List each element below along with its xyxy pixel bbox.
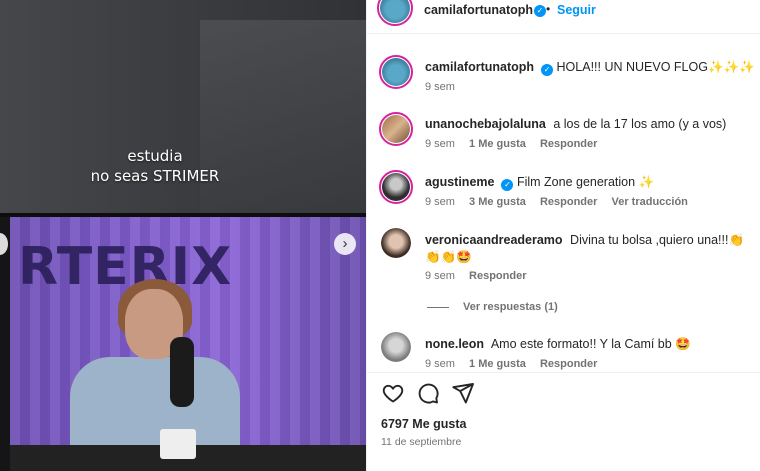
caption-text: HOLA!!! UN NUEVO FLOG✨✨✨ [556, 60, 755, 74]
comment-username[interactable]: unanochebajolaluna [425, 117, 546, 131]
caption-avatar[interactable] [379, 55, 413, 89]
follow-button[interactable]: Seguir [557, 3, 596, 17]
comment-meta: 9 sem 1 Me gusta Responder [425, 358, 608, 370]
heart-icon[interactable] [381, 381, 405, 405]
share-icon[interactable] [451, 381, 475, 405]
post-header: camilafortunatoph ✓ • Seguir [367, 0, 760, 34]
reply-button[interactable]: Responder [469, 270, 526, 282]
comment-time[interactable]: 9 sem [425, 196, 455, 208]
chevron-right-icon: › [342, 235, 348, 252]
comment-meta: 9 sem Responder [425, 270, 538, 282]
view-replies-button[interactable]: Ver respuestas (1) [427, 301, 558, 313]
reply-button[interactable]: Responder [540, 358, 597, 370]
comment-time[interactable]: 9 sem [425, 358, 455, 370]
verified-icon: ✓ [534, 5, 546, 17]
header-separator: • [546, 2, 551, 16]
comment-meta: 9 sem 1 Me gusta Responder [425, 138, 608, 150]
comment-time[interactable]: 9 sem [425, 270, 455, 282]
microphone [170, 337, 194, 407]
comment-icon[interactable] [416, 381, 440, 405]
comment-avatar[interactable] [381, 332, 411, 362]
caption-body: camilafortunatoph ✓ HOLA!!! UN NUEVO FLOG… [425, 59, 755, 76]
verified-icon: ✓ [501, 179, 514, 191]
comment-likes[interactable]: 1 Me gusta [469, 358, 526, 370]
overlay-text-line1: estudia [127, 147, 183, 165]
comment-meta: 9 sem 3 Me gusta Responder Ver traducció… [425, 196, 699, 208]
caption-username[interactable]: camilafortunatoph [425, 60, 534, 74]
comment-body: agustineme ✓ Film Zone generation ✨ [425, 174, 755, 191]
post-media[interactable]: estudia no seas STRIMER RTERIX › [0, 0, 366, 471]
post-side-panel: camilafortunatoph ✓ • Seguir camilafortu… [366, 0, 760, 471]
replies-divider [427, 306, 449, 308]
comment-username[interactable]: none.leon [425, 337, 484, 351]
comment-username[interactable]: agustineme [425, 175, 494, 189]
carousel-next-button[interactable]: › [334, 233, 356, 255]
reply-button[interactable]: Responder [540, 196, 597, 208]
caption-meta: 9 sem [425, 81, 466, 93]
monitor: RTERIX [0, 213, 366, 471]
mug [160, 429, 196, 459]
comment-likes[interactable]: 1 Me gusta [469, 138, 526, 150]
author-username[interactable]: camilafortunatoph [424, 3, 533, 17]
reply-button[interactable]: Responder [540, 138, 597, 150]
monitor-screen: RTERIX [10, 217, 366, 471]
comment-username[interactable]: veronicaandreaderamo [425, 233, 563, 247]
comment-likes[interactable]: 3 Me gusta [469, 196, 526, 208]
comment-text: a los de la 17 los amo (y a vos) [553, 117, 727, 131]
comment-time[interactable]: 9 sem [425, 138, 455, 150]
comment-avatar[interactable] [379, 170, 413, 204]
comment-text: Film Zone generation ✨ [516, 175, 655, 189]
likes-count[interactable]: 6797 Me gusta [381, 417, 466, 431]
view-replies-label: Ver respuestas (1) [463, 301, 558, 313]
caption-time[interactable]: 9 sem [425, 81, 455, 93]
comment-body: none.leon Amo este formato!! Y la Camí b… [425, 336, 755, 353]
screen-brand-text: RTERIX [18, 237, 233, 297]
translate-button[interactable]: Ver traducción [611, 196, 687, 208]
author-avatar[interactable] [377, 0, 413, 26]
post-actions: 6797 Me gusta 11 de septiembre [367, 372, 760, 471]
comment-avatar[interactable] [381, 228, 411, 258]
media-cabinet [200, 20, 366, 220]
verified-icon: ✓ [541, 64, 554, 76]
comment-avatar[interactable] [379, 112, 413, 146]
comment-text: Amo este formato!! Y la Camí bb 🤩 [490, 337, 691, 351]
post-date[interactable]: 11 de septiembre [381, 436, 461, 448]
comment-body: unanochebajolaluna a los de la 17 los am… [425, 116, 755, 133]
overlay-text-line2: no seas STRIMER [90, 167, 220, 185]
comment-body: veronicaandreaderamo Divina tu bolsa ,qu… [425, 232, 751, 266]
